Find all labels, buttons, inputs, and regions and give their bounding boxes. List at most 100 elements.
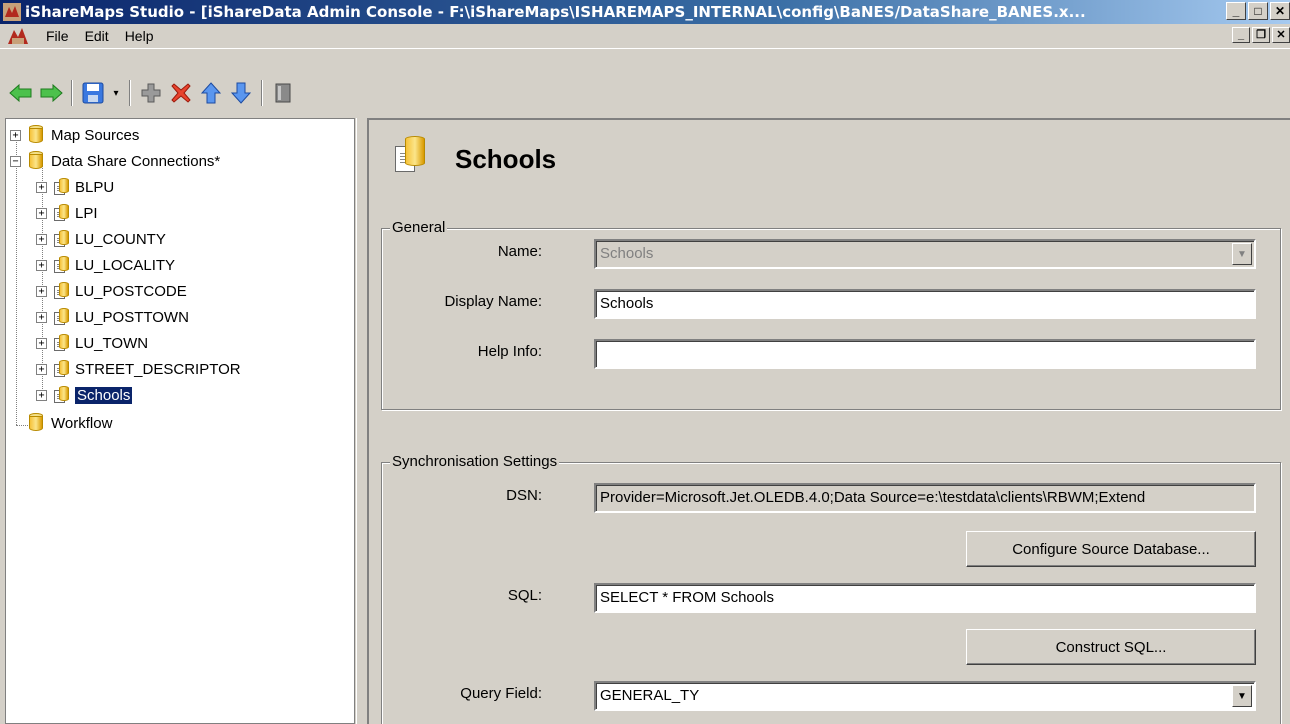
toolbar: ▾ (0, 48, 1290, 114)
minimize-button[interactable]: _ (1226, 2, 1246, 20)
tree-item-label: LU_TOWN (75, 334, 149, 352)
table-icon (53, 308, 69, 326)
menu-file[interactable]: File (38, 28, 77, 44)
query-field-combo[interactable]: GENERAL_TY ▼ (594, 681, 1256, 711)
delete-icon[interactable] (168, 79, 194, 107)
help-info-field[interactable] (594, 339, 1256, 369)
move-up-icon[interactable] (198, 79, 224, 107)
synchronisation-group: Synchronisation Settings DSN: Provider=M… (381, 453, 1281, 724)
add-icon[interactable] (138, 79, 164, 107)
close-button[interactable]: ✕ (1270, 2, 1290, 20)
sql-field[interactable]: SELECT * FROM Schools (594, 583, 1256, 613)
title-bar: iShareMaps Studio - [iShareData Admin Co… (0, 0, 1290, 24)
expand-toggle[interactable]: + (36, 311, 47, 323)
maximize-button[interactable]: □ (1248, 2, 1268, 20)
general-legend: General (390, 219, 448, 236)
tree-view[interactable]: + Map Sources − Data Share Connections* … (5, 118, 355, 724)
window-title: iShareMaps Studio - [iShareData Admin Co… (25, 3, 1086, 21)
name-combo[interactable]: Schools ▼ (594, 239, 1256, 269)
name-combo-value: Schools (600, 245, 654, 262)
table-icon (53, 334, 69, 352)
toolbar-separator (129, 80, 131, 106)
properties-icon[interactable] (270, 79, 296, 107)
query-field-label: Query Field: (460, 685, 542, 702)
name-label: Name: (497, 243, 542, 260)
chevron-down-icon[interactable]: ▼ (1232, 243, 1252, 265)
menu-edit[interactable]: Edit (77, 28, 117, 44)
tree-item-lu-postcode[interactable]: + LU_POSTCODE (36, 279, 187, 303)
toolbar-separator (71, 80, 73, 106)
tree-item-schools[interactable]: + Schools (36, 383, 134, 407)
expand-toggle[interactable]: + (36, 259, 47, 271)
page-title: Schools (455, 144, 557, 174)
tree-item-label: LPI (75, 204, 98, 222)
move-down-icon[interactable] (228, 79, 254, 107)
table-icon (53, 282, 69, 300)
chevron-down-icon[interactable]: ▼ (1232, 685, 1252, 707)
back-arrow-icon[interactable] (8, 79, 34, 107)
splitter[interactable] (356, 118, 366, 724)
tree-item-lu-town[interactable]: + LU_TOWN (36, 331, 148, 355)
configure-source-database-button[interactable]: Configure Source Database... (966, 531, 1256, 567)
help-info-label: Help Info: (477, 343, 542, 360)
tree-item-map-sources[interactable]: + Map Sources (10, 123, 139, 147)
tree-item-blpu[interactable]: + BLPU (36, 175, 114, 199)
construct-sql-button[interactable]: Construct SQL... (966, 629, 1256, 665)
tree-item-data-share-connections[interactable]: − Data Share Connections* (10, 149, 220, 173)
save-icon[interactable] (80, 79, 106, 107)
query-field-value: GENERAL_TY (600, 687, 700, 704)
tree-item-label: LU_LOCALITY (75, 256, 176, 274)
synchronisation-legend: Synchronisation Settings (390, 453, 560, 470)
tree-item-lu-posttown[interactable]: + LU_POSTTOWN (36, 305, 189, 329)
dsn-label: DSN: (506, 487, 542, 504)
tree-item-label: Data Share Connections* (51, 152, 221, 170)
expand-toggle[interactable]: + (36, 285, 47, 297)
mdi-child-icon[interactable] (8, 28, 28, 44)
expand-toggle[interactable]: + (36, 337, 47, 349)
expand-toggle[interactable]: + (10, 129, 21, 141)
tree-item-label: LU_COUNTY (75, 230, 166, 248)
expand-toggle[interactable]: + (36, 363, 47, 375)
menu-bar: File Edit Help _ ❐ ✕ (0, 24, 1290, 48)
mdi-restore-button[interactable]: ❐ (1252, 27, 1270, 43)
table-icon (53, 230, 69, 248)
table-icon (53, 256, 69, 274)
app-logo-icon (3, 3, 21, 21)
tree-item-lu-locality[interactable]: + LU_LOCALITY (36, 253, 175, 277)
forward-arrow-icon[interactable] (38, 79, 64, 107)
expand-toggle[interactable]: + (36, 389, 47, 401)
toolbar-separator (261, 80, 263, 106)
sql-label: SQL: (507, 587, 542, 604)
display-name-field[interactable]: Schools (594, 289, 1256, 319)
tree-connector (16, 131, 17, 425)
save-dropdown-button[interactable]: ▾ (110, 79, 122, 107)
table-icon (53, 386, 69, 404)
table-icon (53, 204, 69, 222)
tree-item-label: LU_POSTCODE (75, 282, 187, 300)
collapse-toggle[interactable]: − (10, 155, 21, 167)
general-group: General Name: Schools ▼ Display Name: Sc… (381, 219, 1281, 410)
details-panel: Schools General Name: Schools ▼ Display … (367, 118, 1290, 724)
display-name-label: Display Name: (444, 293, 542, 310)
expand-toggle[interactable]: + (36, 207, 47, 219)
tree-item-label: Map Sources (51, 126, 140, 144)
tree-item-label: BLPU (75, 178, 115, 196)
database-icon (27, 125, 45, 145)
expand-toggle[interactable]: + (36, 233, 47, 245)
tree-item-label-selected: Schools (73, 385, 134, 405)
tree-item-workflow[interactable]: Workflow (27, 411, 112, 435)
mdi-minimize-button[interactable]: _ (1232, 27, 1250, 43)
tree-item-label: STREET_DESCRIPTOR (75, 360, 241, 378)
table-icon (53, 360, 69, 378)
mdi-close-button[interactable]: ✕ (1272, 27, 1290, 43)
tree-item-lu-county[interactable]: + LU_COUNTY (36, 227, 166, 251)
tree-item-street-descriptor[interactable]: + STREET_DESCRIPTOR (36, 357, 241, 381)
table-icon (393, 136, 427, 176)
tree-item-label: Workflow (51, 414, 113, 432)
expand-toggle[interactable]: + (36, 181, 47, 193)
table-icon (53, 178, 69, 196)
menu-help[interactable]: Help (117, 28, 162, 44)
tree-item-lpi[interactable]: + LPI (36, 201, 98, 225)
dsn-field[interactable]: Provider=Microsoft.Jet.OLEDB.4.0;Data So… (594, 483, 1256, 513)
tree-item-label: LU_POSTTOWN (75, 308, 189, 326)
